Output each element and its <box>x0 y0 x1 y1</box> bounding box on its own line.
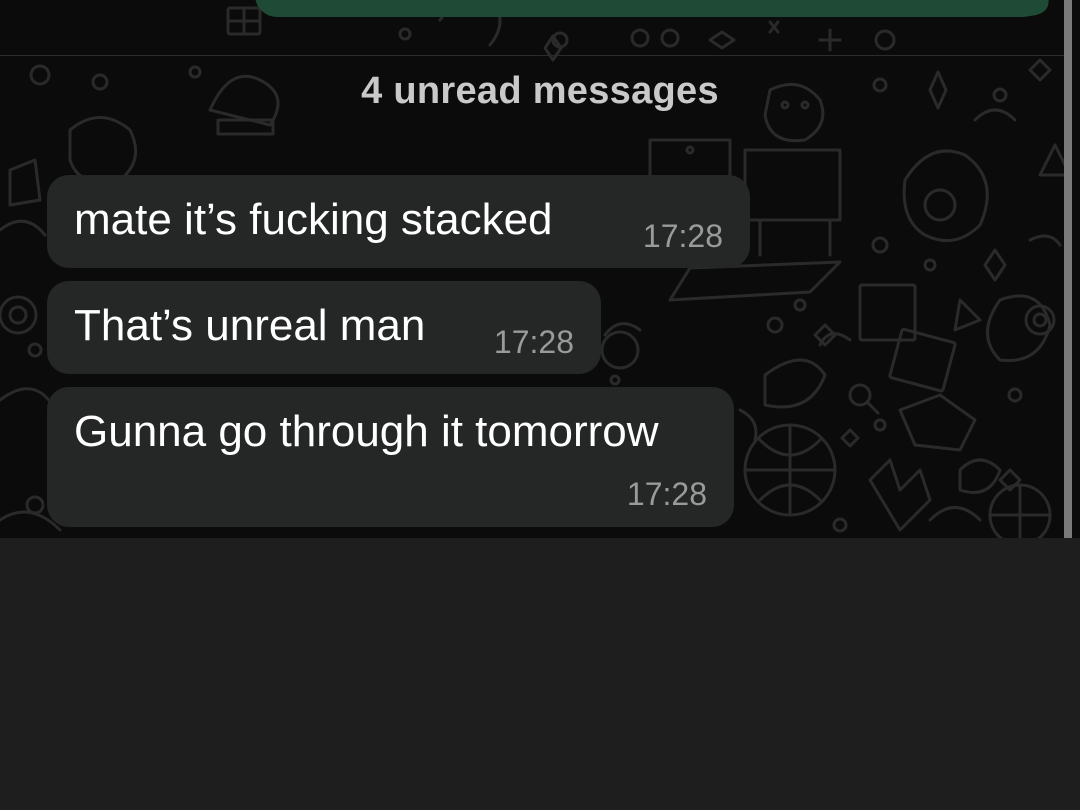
incoming-message-bubble[interactable]: That’s unreal man 17:28 <box>47 281 601 374</box>
incoming-message-bubble[interactable]: mate it’s fucking stacked 17:28 <box>47 175 750 268</box>
chat-area[interactable]: 4 unread messages mate it’s fucking stac… <box>0 0 1080 538</box>
outgoing-message-bubble[interactable] <box>255 0 1045 17</box>
divider <box>0 55 1064 56</box>
message-text: That’s unreal man <box>74 301 426 350</box>
message-text: mate it’s fucking stacked <box>74 195 553 244</box>
bubble-tail-icon <box>1019 0 1049 16</box>
bottom-panel <box>0 538 1080 810</box>
message-timestamp: 17:28 <box>626 476 707 512</box>
incoming-message-bubble[interactable]: Gunna go through it tomorrow 17:28 <box>47 387 734 527</box>
unread-messages-banner: 4 unread messages <box>361 70 719 112</box>
scrollbar[interactable] <box>1064 0 1072 538</box>
message-timestamp: 17:28 <box>493 324 574 360</box>
message-timestamp: 17:28 <box>642 218 723 254</box>
message-text: Gunna go through it tomorrow <box>74 407 659 456</box>
